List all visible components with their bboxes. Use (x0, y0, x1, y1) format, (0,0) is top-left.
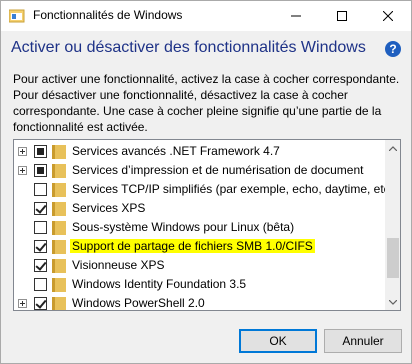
window-features-icon (9, 9, 25, 23)
feature-checkbox[interactable] (34, 221, 47, 234)
expand-icon[interactable] (18, 166, 27, 175)
folder-icon (52, 183, 66, 197)
feature-label: Services avancés .NET Framework 4.7 (72, 144, 280, 158)
instructions-text: Pour activer une fonctionnalité, activez… (13, 72, 400, 134)
feature-checkbox[interactable] (34, 202, 47, 215)
feature-label: Visionneuse XPS (72, 258, 165, 272)
maximize-button[interactable] (319, 1, 365, 31)
feature-row[interactable]: Windows PowerShell 2.0 (14, 294, 384, 310)
expand-icon[interactable] (18, 299, 27, 308)
folder-icon (52, 297, 66, 310)
feature-row[interactable]: Services avancés .NET Framework 4.7 (14, 142, 384, 162)
feature-checkbox[interactable] (34, 145, 47, 158)
feature-label: Sous-système Windows pour Linux (bêta) (72, 220, 295, 234)
title-bar: Fonctionnalités de Windows (1, 1, 411, 31)
minimize-button[interactable] (273, 1, 319, 31)
feature-row[interactable]: Windows Identity Foundation 3.5 (14, 275, 384, 295)
feature-row[interactable]: Services TCP/IP simplifiés (par exemple,… (14, 180, 397, 200)
feature-label: Support de partage de fichiers SMB 1.0/C… (70, 239, 315, 253)
cancel-button[interactable]: Annuler (324, 329, 402, 353)
folder-icon (52, 259, 66, 273)
ok-button[interactable]: OK (239, 329, 317, 353)
feature-checkbox[interactable] (34, 297, 47, 310)
dialog-heading: Activer ou désactiver des fonctionnalité… (11, 39, 366, 56)
feature-row[interactable]: Sous-système Windows pour Linux (bêta) (14, 218, 384, 238)
feature-row[interactable]: Services XPS (14, 199, 384, 219)
maximize-icon (337, 11, 347, 21)
feature-checkbox[interactable] (34, 278, 47, 291)
window-title: Fonctionnalités de Windows (33, 8, 183, 22)
scroll-up-button[interactable] (385, 140, 400, 156)
feature-label: Services d’impression et de numérisation… (72, 163, 364, 177)
folder-icon (52, 145, 66, 159)
folder-icon (52, 164, 66, 178)
feature-label: Windows Identity Foundation 3.5 (72, 277, 247, 291)
chevron-down-icon (389, 299, 397, 305)
feature-checkbox[interactable] (34, 183, 47, 196)
feature-label: Windows PowerShell 2.0 (72, 296, 205, 310)
close-icon (383, 11, 393, 21)
scroll-down-button[interactable] (385, 294, 400, 310)
feature-checkbox[interactable] (34, 164, 47, 177)
feature-label: Services TCP/IP simplifiés (par exemple,… (72, 182, 398, 196)
folder-icon (52, 202, 66, 216)
minimize-icon (291, 15, 301, 17)
features-tree: Services avancés .NET Framework 4.7 Servi… (13, 139, 401, 311)
close-button[interactable] (365, 1, 411, 31)
vertical-scrollbar[interactable] (385, 140, 400, 310)
feature-checkbox[interactable] (34, 259, 47, 272)
folder-icon (52, 278, 66, 292)
help-icon[interactable]: ? (385, 41, 401, 57)
folder-icon (52, 240, 66, 254)
feature-label: Services XPS (72, 201, 146, 215)
scrollbar-thumb[interactable] (387, 238, 399, 278)
features-dialog: Fonctionnalités de Windows Activer ou dé… (0, 0, 412, 364)
feature-row[interactable]: Visionneuse XPS (14, 256, 384, 276)
feature-checkbox[interactable] (34, 240, 47, 253)
expand-icon[interactable] (18, 147, 27, 156)
feature-row[interactable]: Support de partage de fichiers SMB 1.0/C… (14, 237, 384, 257)
chevron-up-icon (389, 145, 397, 151)
folder-icon (52, 221, 66, 235)
feature-row[interactable]: Services d’impression et de numérisation… (14, 161, 384, 181)
